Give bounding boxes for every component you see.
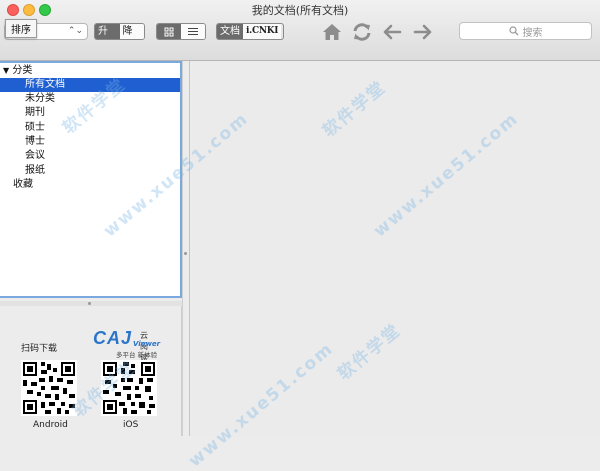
sidebar-item-uncategorized[interactable]: 未分类 [25, 92, 55, 106]
android-caption: Android [33, 420, 68, 430]
list-view-icon [188, 28, 198, 35]
home-icon[interactable] [320, 20, 344, 44]
ascending-button[interactable]: 升序 [95, 24, 120, 39]
document-list-area[interactable] [190, 61, 600, 436]
sidebar-item-conferences[interactable]: 会议 [25, 149, 45, 163]
chevron-updown-icon: ⌃⌄ [67, 26, 83, 36]
scan-download-label: 扫码下载 [21, 344, 58, 354]
vertical-splitter[interactable] [182, 61, 190, 436]
view-mode-toggle[interactable] [156, 23, 206, 40]
source-toggle[interactable]: 文档 i.CNKI [216, 23, 284, 40]
sidebar-item-favorites[interactable]: 收藏 [13, 178, 33, 192]
ios-caption: iOS [123, 420, 139, 430]
sidebar-item-newspapers[interactable]: 报纸 [25, 164, 45, 178]
grid-view-button[interactable] [157, 24, 181, 39]
sort-tooltip: 排序 [5, 19, 37, 38]
caj-logo-sub: Viewer [133, 340, 161, 348]
cnki-tab[interactable]: i.CNKI [243, 24, 282, 39]
list-view-button[interactable] [181, 24, 205, 39]
window-chrome: 我的文档(所有文档) 标题 ⌃⌄ 排序 升序 降序 文档 i.CNKI 搜索 [0, 0, 600, 61]
android-qr-code [21, 360, 77, 416]
documents-tab[interactable]: 文档 [217, 24, 243, 39]
search-icon [508, 26, 518, 36]
grid-view-icon [164, 27, 174, 36]
splitter-grip [88, 302, 91, 305]
splitter-grip [184, 252, 187, 255]
sort-order-toggle[interactable]: 升序 降序 [94, 23, 145, 40]
category-label: 分类 [12, 65, 33, 76]
search-input[interactable]: 搜索 [459, 22, 592, 40]
window-title: 我的文档(所有文档) [251, 4, 349, 17]
sync-icon[interactable] [350, 20, 374, 44]
sidebar-item-journals[interactable]: 期刊 [25, 106, 45, 120]
sidebar-item-masters[interactable]: 硕士 [25, 121, 45, 135]
back-arrow-icon[interactable] [380, 20, 404, 44]
caj-logo-text: CAJ [93, 328, 133, 348]
caj-viewer-logo: CAJ 云阅读 Viewer [93, 328, 160, 362]
forward-arrow-icon[interactable] [411, 20, 435, 44]
search-placeholder: 搜索 [522, 27, 543, 39]
category-group[interactable]: ▼ 分类 [3, 64, 32, 78]
sidebar-item-doctoral[interactable]: 博士 [25, 135, 45, 149]
descending-button[interactable]: 降序 [119, 24, 144, 39]
download-promo-panel: 扫码下载 CAJ 云阅读 Viewer 多平台 新体验 Android iOS [0, 306, 182, 436]
disclosure-triangle-icon[interactable]: ▼ [3, 66, 9, 75]
